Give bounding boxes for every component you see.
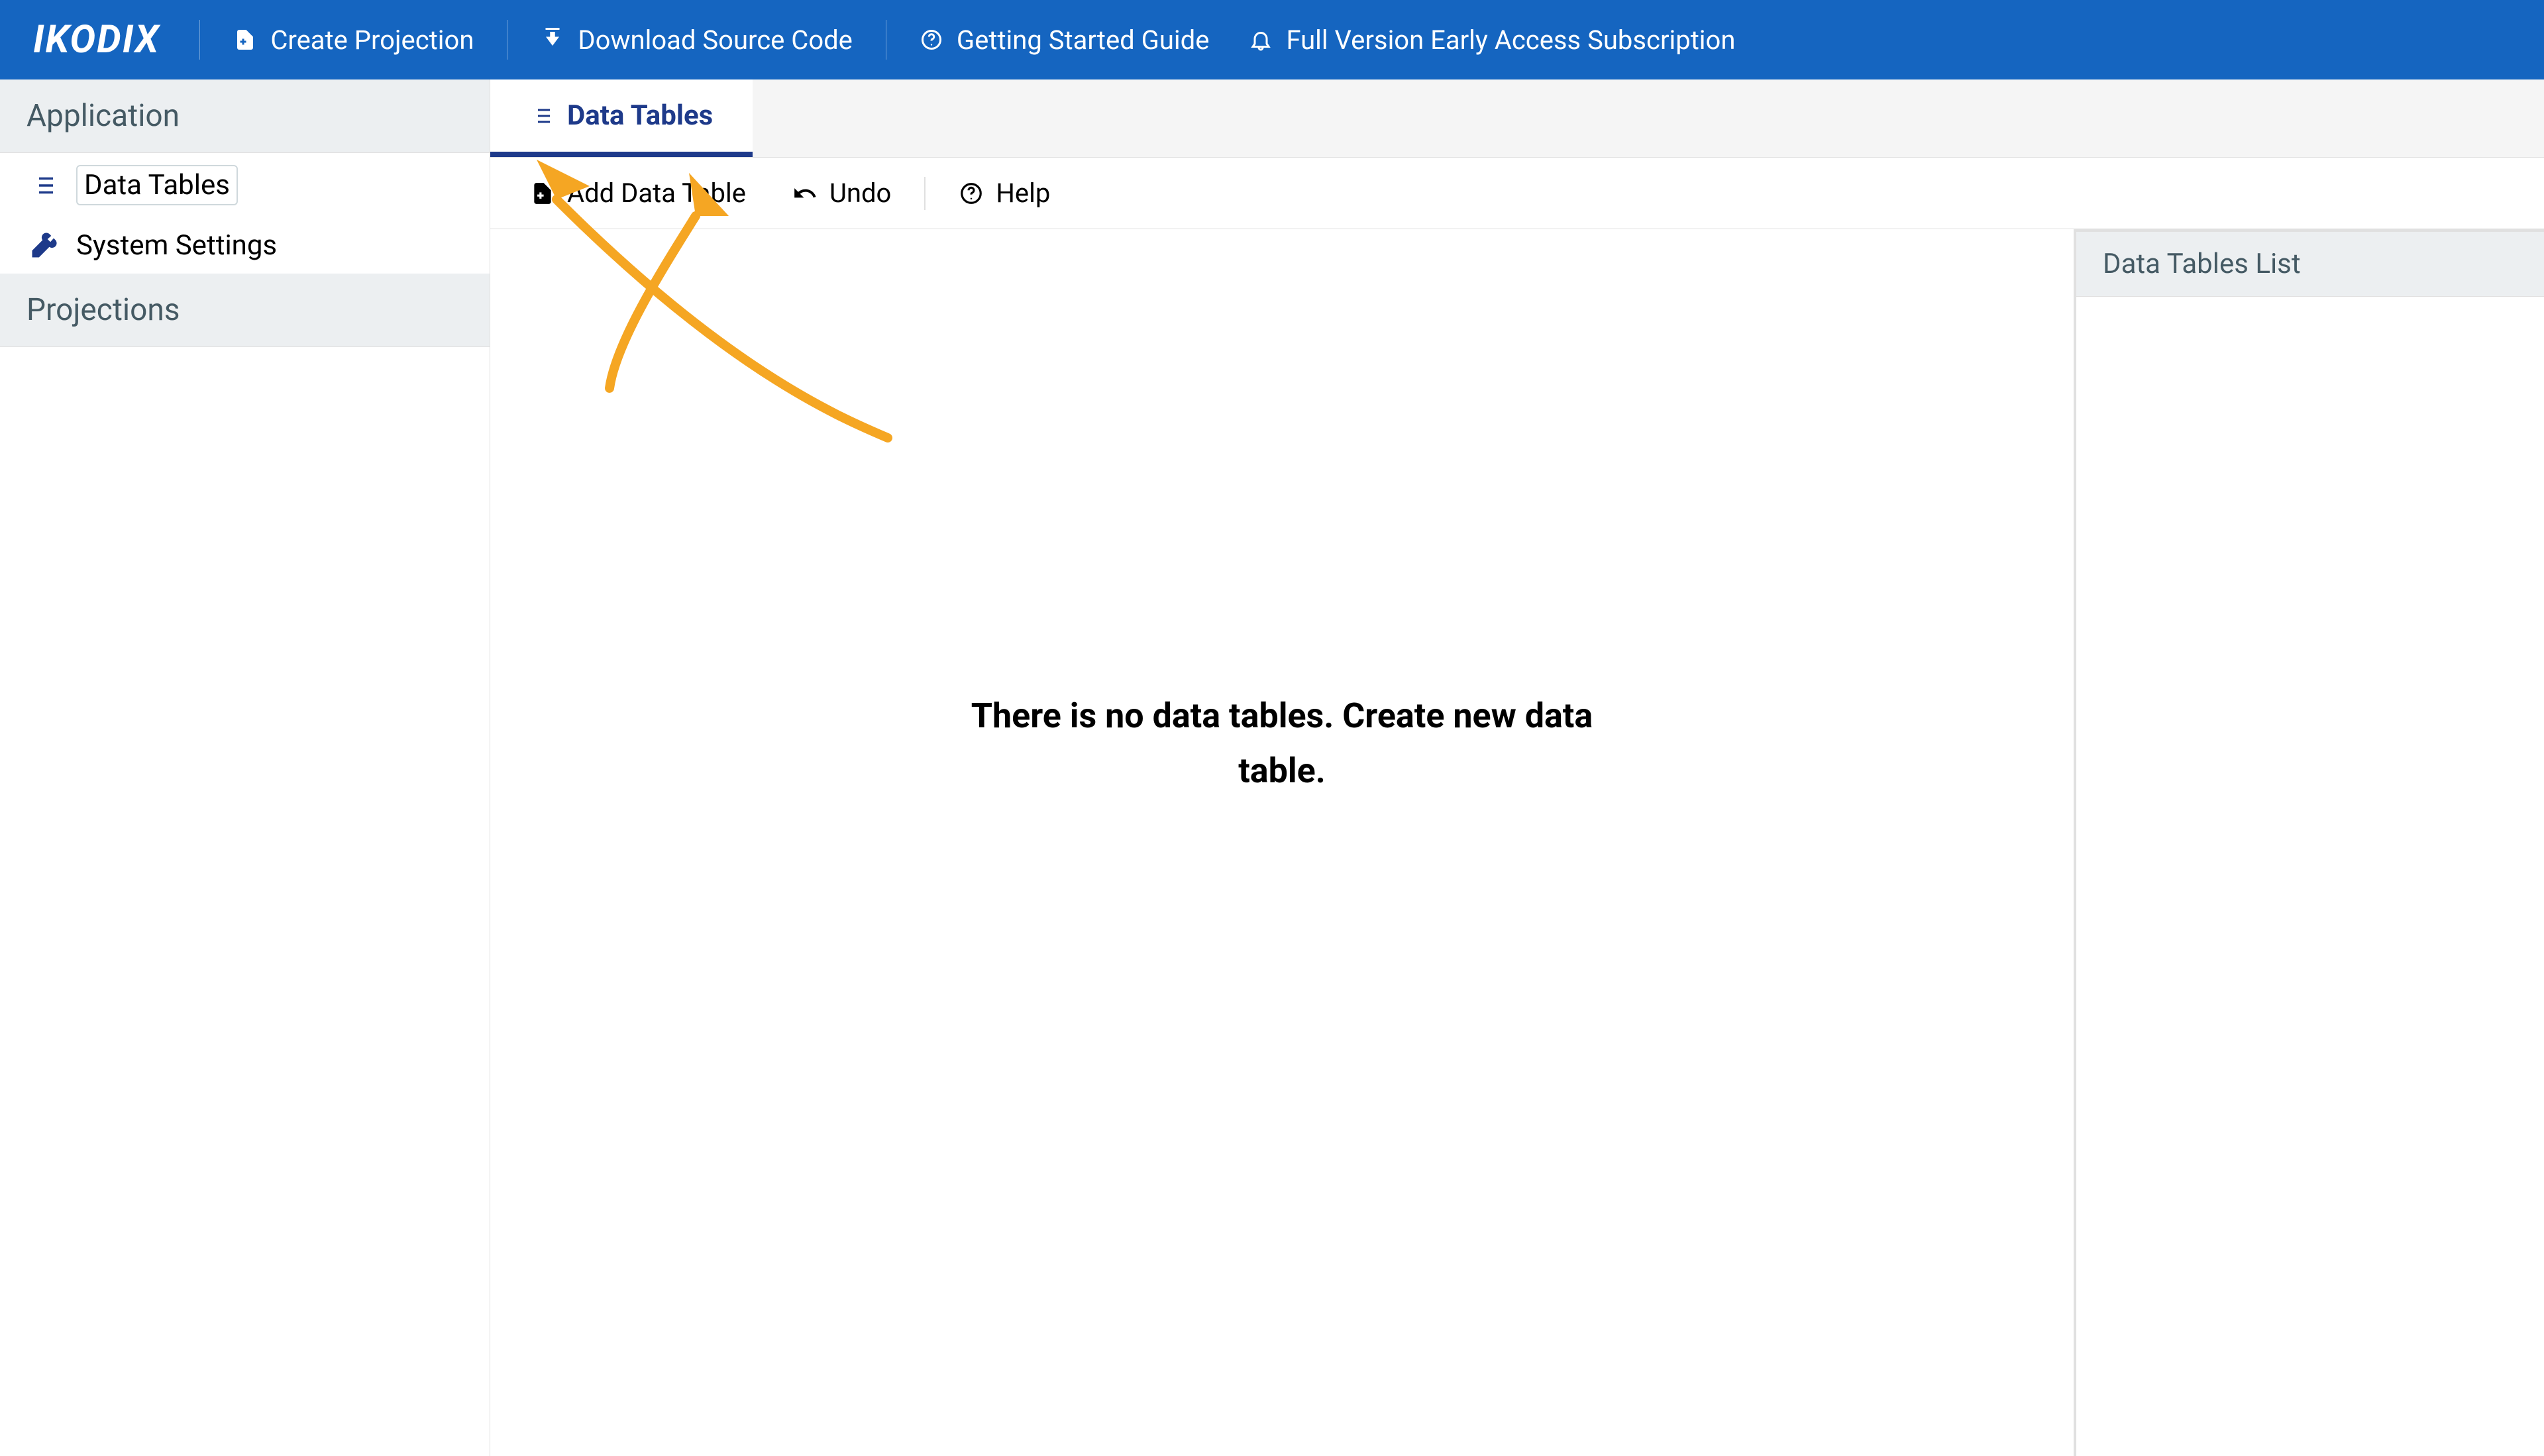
- subscription-link[interactable]: Full Version Early Access Subscription: [1229, 25, 1755, 56]
- sidebar-item-label: System Settings: [76, 229, 277, 262]
- sidebar-section-projections: Projections: [0, 274, 490, 347]
- undo-button[interactable]: Undo: [779, 171, 904, 215]
- divider: [924, 177, 926, 210]
- help-circle-icon: [920, 28, 943, 52]
- help-label: Help: [996, 178, 1050, 209]
- sidebar-item-label: Data Tables: [76, 165, 238, 205]
- undo-label: Undo: [829, 178, 891, 209]
- add-data-table-label: Add Data Table: [567, 178, 746, 209]
- tab-data-tables[interactable]: Data Tables: [490, 79, 753, 157]
- download-icon: [541, 28, 564, 52]
- main-area: There is no data tables. Create new data…: [490, 229, 2544, 1456]
- tab-label: Data Tables: [567, 99, 713, 132]
- file-plus-icon: [233, 28, 257, 52]
- canvas: There is no data tables. Create new data…: [490, 229, 2074, 1456]
- tabs-strip: Data Tables: [490, 79, 2544, 158]
- sidebar: Application Data Tables System Settings …: [0, 79, 490, 1456]
- right-panel-title: Data Tables List: [2076, 232, 2544, 297]
- brand-logo: IKODIX: [33, 17, 186, 62]
- divider: [199, 20, 200, 60]
- right-panel: Data Tables List: [2074, 229, 2544, 1456]
- content: Data Tables Add Data Table Undo: [490, 79, 2544, 1456]
- subscription-label: Full Version Early Access Subscription: [1286, 25, 1735, 56]
- help-circle-icon: [959, 181, 984, 206]
- empty-state-message: There is no data tables. Create new data…: [951, 688, 1613, 798]
- list-icon: [530, 104, 554, 128]
- sidebar-item-system-settings[interactable]: System Settings: [0, 217, 490, 274]
- create-projection-label: Create Projection: [270, 25, 474, 56]
- getting-started-link[interactable]: Getting Started Guide: [900, 25, 1230, 56]
- wrench-icon: [30, 232, 58, 260]
- undo-icon: [792, 181, 818, 206]
- create-projection-link[interactable]: Create Projection: [213, 25, 494, 56]
- add-data-table-button[interactable]: Add Data Table: [517, 171, 759, 215]
- list-icon: [30, 172, 58, 199]
- sidebar-item-data-tables[interactable]: Data Tables: [0, 153, 490, 217]
- bell-icon: [1249, 28, 1273, 52]
- toolbar: Add Data Table Undo Help: [490, 158, 2544, 229]
- download-source-label: Download Source Code: [578, 25, 852, 56]
- sidebar-section-application: Application: [0, 79, 490, 153]
- top-bar: IKODIX Create Projection Download Source…: [0, 0, 2544, 79]
- file-plus-icon: [530, 181, 555, 206]
- help-button[interactable]: Help: [945, 171, 1063, 215]
- getting-started-label: Getting Started Guide: [957, 25, 1210, 56]
- download-source-link[interactable]: Download Source Code: [521, 25, 872, 56]
